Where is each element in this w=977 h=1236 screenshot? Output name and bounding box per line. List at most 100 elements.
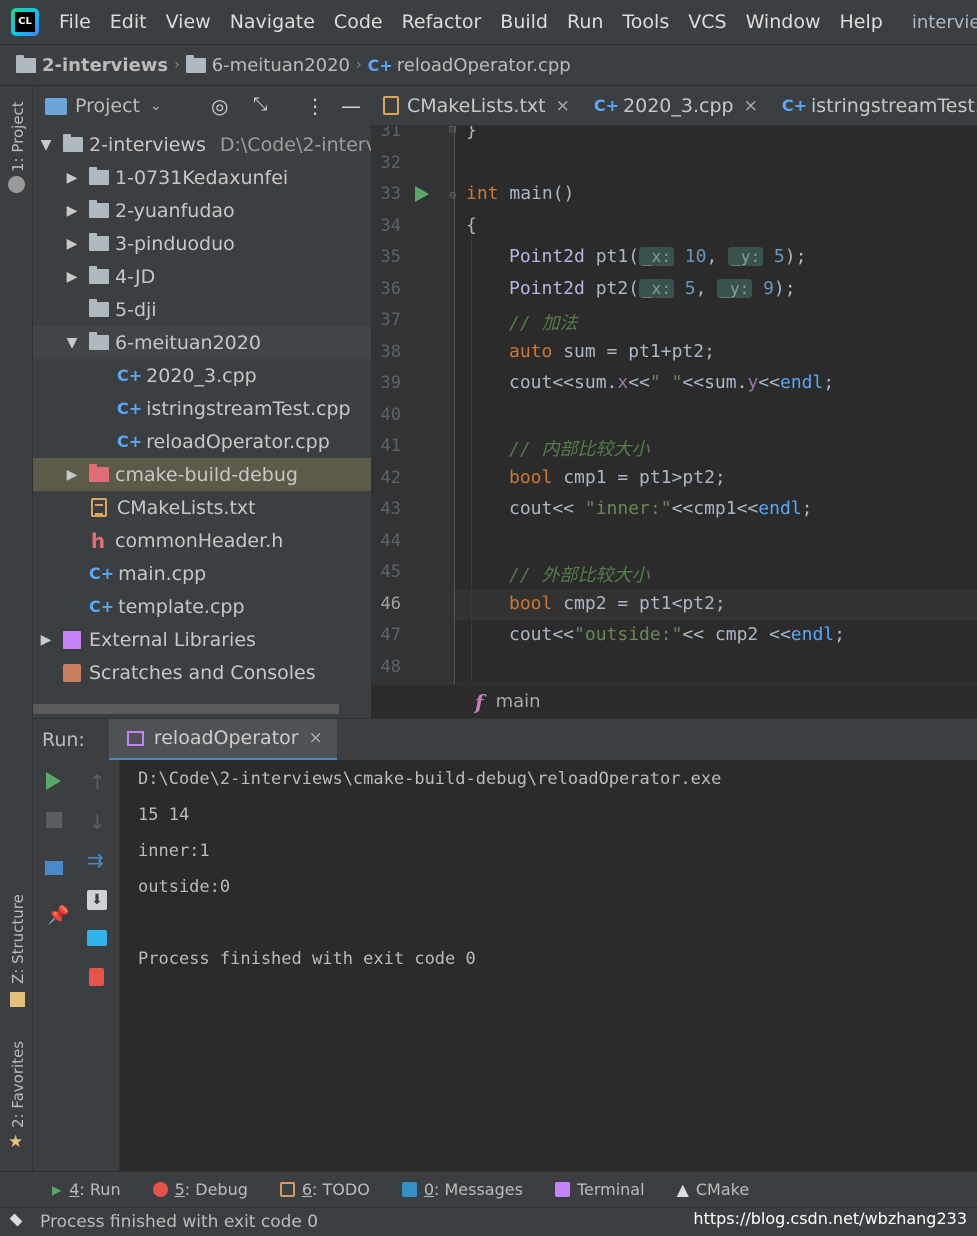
run-toolbar-primary: 📌 [33,760,75,1171]
project-tool-tab[interactable]: 1: Project [9,101,27,172]
arrow-up-icon[interactable]: ↑ [89,770,106,794]
menu-code[interactable]: Code [334,11,383,33]
tree-file-reloadoperator[interactable]: C+ reloadOperator.cpp [33,425,371,458]
line-number: 33 [380,184,401,204]
locate-target-icon[interactable]: ◎ [211,94,228,118]
breadcrumb-folder[interactable]: 6-meituan2020 [212,55,350,76]
project-horizontal-scrollbar[interactable] [33,704,339,714]
tree-folder-yuanfudao[interactable]: ▶ 2-yuanfudao [33,194,371,227]
menu-window[interactable]: Window [746,11,821,33]
line-number: 45 [380,562,401,582]
trash-icon[interactable] [89,968,104,986]
menu-tools[interactable]: Tools [622,11,669,33]
project-panel-header: Project ⌄ ◎ ⤡ ⋮ — [33,86,371,126]
chevron-down-icon[interactable]: ⌄ [150,98,162,114]
favorites-tool-tab[interactable]: 2: Favorites [9,1041,27,1128]
tool-tab-todo[interactable]: 6: TODO [279,1180,370,1199]
run-config-tab[interactable]: reloadOperator × [108,718,337,761]
breadcrumb-function[interactable]: main [496,691,541,712]
fold-start-icon[interactable]: ⊖ [449,188,456,202]
tree-folder-meituan2020[interactable]: ▼ 6-meituan2020 [33,326,371,359]
menu-view[interactable]: View [166,11,211,33]
tree-file-main[interactable]: C+ main.cpp [33,557,371,590]
tree-folder-pinduoduo[interactable]: ▶ 3-pinduoduo [33,227,371,260]
code-line-31: } [466,126,477,141]
more-options-icon[interactable]: ⋮ [305,94,325,118]
tab-2020-3[interactable]: C+ 2020_3.cpp × [582,86,770,125]
code-line-36: Point2d pt2(_x: 5, _y: 9); [509,278,796,299]
folder-icon [89,200,109,218]
menu-file[interactable]: File [59,11,91,33]
collapsed-arrow-icon[interactable]: ▶ [63,269,81,285]
line-number: 44 [380,531,401,551]
tree-file-cmakelists[interactable]: CMakeLists.txt [33,491,371,524]
tree-file-template[interactable]: C+ template.cpp [33,590,371,623]
tree-file-2020-3[interactable]: C+ 2020_3.cpp [33,359,371,392]
tree-folder-dji[interactable]: 5-dji [33,293,371,326]
close-icon[interactable]: × [556,96,570,116]
collapsed-arrow-icon[interactable]: ▶ [63,203,81,219]
function-icon: f [475,689,484,714]
collapsed-arrow-icon[interactable]: ▶ [63,170,81,186]
project-view-selector[interactable]: Project [75,95,140,117]
library-icon [63,630,81,649]
run-console-output[interactable]: D:\Code\2-interviews\cmake-build-debug\r… [120,760,977,1171]
tree-item-label: reloadOperator.cpp [146,430,330,453]
menu-refactor[interactable]: Refactor [402,11,482,33]
menu-edit[interactable]: Edit [110,11,147,33]
menu-run[interactable]: Run [567,11,603,33]
tab-istringstreamtest[interactable]: C+ istringstreamTest.cpp [770,86,977,125]
menu-navigate[interactable]: Navigate [230,11,315,33]
cmake-file-icon [383,96,399,115]
collapsed-arrow-icon[interactable]: ▶ [63,236,81,252]
soft-wrap-icon[interactable]: ⇉ [87,848,104,872]
tool-tab-run[interactable]: ▶ 4: Run [52,1180,121,1199]
tree-external-libraries[interactable]: ▶ External Libraries [33,623,371,656]
breadcrumb-project[interactable]: 2-interviews [42,55,168,76]
rerun-icon[interactable] [46,772,61,790]
breadcrumb-file[interactable]: reloadOperator.cpp [397,55,571,76]
tree-folder-cmake-build-debug[interactable]: ▶ cmake-build-debug [33,458,371,491]
cpp-file-icon: C+ [117,432,143,451]
hide-panel-icon[interactable]: — [341,94,361,118]
close-icon[interactable]: × [309,728,323,748]
expanded-arrow-icon[interactable]: ▼ [37,137,55,153]
collapse-all-icon[interactable]: ⤡ [253,94,267,115]
tool-tab-messages[interactable]: 0: Messages [401,1180,523,1199]
tab-cmakelists[interactable]: CMakeLists.txt × [371,86,582,125]
tree-scratches-consoles[interactable]: Scratches and Consoles [33,656,371,689]
scroll-to-end-icon[interactable]: ⬇ [87,890,107,910]
structure-tool-tab[interactable]: Z: Structure [9,894,27,984]
collapsed-arrow-icon[interactable]: ▶ [63,467,81,483]
window-project-title: interviews [911,11,977,33]
tree-file-commonheader[interactable]: h commonHeader.h [33,524,371,557]
layout-icon[interactable] [45,861,63,875]
line-number: 40 [380,405,401,425]
menu-vcs[interactable]: VCS [688,11,726,33]
menu-build[interactable]: Build [500,11,548,33]
tool-tab-terminal[interactable]: Terminal [554,1180,645,1199]
run-gutter-icon[interactable] [415,186,429,202]
tool-tab-cmake[interactable]: ▲ CMake [677,1180,750,1199]
layers-icon[interactable] [8,1213,26,1229]
cpp-file-icon: C+ [89,597,115,616]
print-icon[interactable] [87,930,107,946]
line-number: 43 [380,499,401,519]
stop-icon[interactable] [46,812,62,828]
folder-icon [16,54,36,73]
arrow-down-icon[interactable]: ↓ [89,810,106,834]
tool-tab-debug[interactable]: 5: Debug [152,1180,248,1199]
expanded-arrow-icon[interactable]: ▼ [63,335,81,351]
collapsed-arrow-icon[interactable]: ▶ [37,632,55,648]
menu-help[interactable]: Help [839,11,882,33]
pin-icon[interactable]: 📌 [47,905,69,926]
code-line-42: bool cmp1 = pt1>pt2; [509,467,726,488]
tree-root-project[interactable]: ▼ 2-interviews D:\Code\2-interviews [33,128,371,161]
tree-folder-kedaxunfei[interactable]: ▶ 1-0731Kedaxunfei [33,161,371,194]
console-line: 15 14 [138,805,190,825]
fold-end-icon[interactable]: ⊟ [449,126,456,136]
close-icon[interactable]: × [744,96,758,116]
code-editor[interactable]: 31 32 33 34 35 36 37 38 39 40 41 42 43 4… [371,126,977,684]
tree-folder-jd[interactable]: ▶ 4-JD [33,260,371,293]
tree-file-istringstreamtest[interactable]: C+ istringstreamTest.cpp [33,392,371,425]
